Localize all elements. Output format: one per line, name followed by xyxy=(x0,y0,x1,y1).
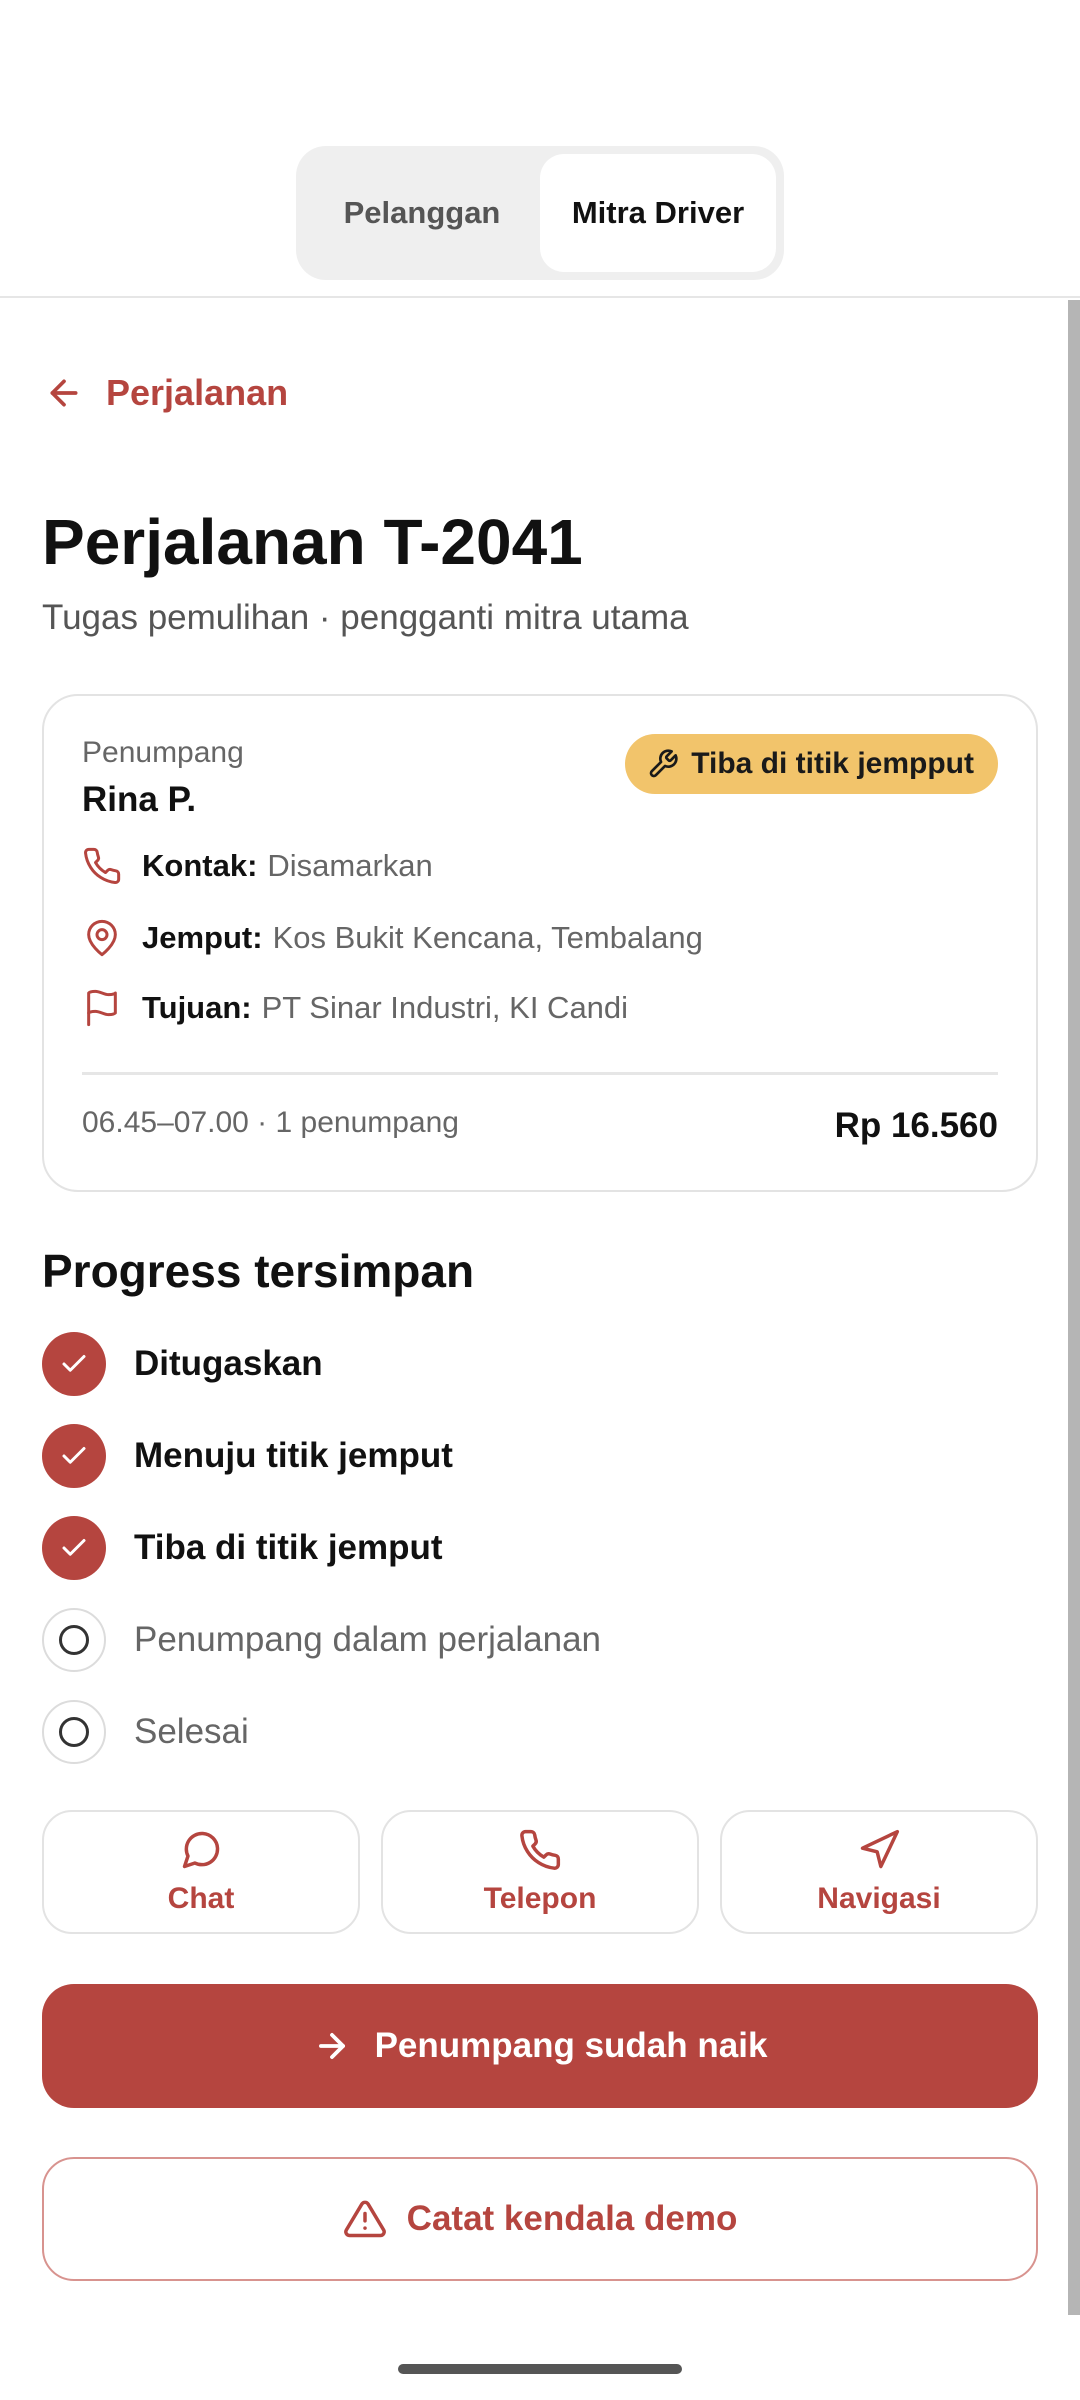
check-icon xyxy=(62,1447,86,1464)
contact-label: Kontak: xyxy=(142,848,258,883)
step-check xyxy=(42,1332,106,1396)
check-icon xyxy=(62,1539,86,1556)
progress-title: Progress tersimpan xyxy=(42,1245,475,1297)
passenger-card: Penumpang Rina P. Tiba di titik jempput … xyxy=(42,694,1038,1192)
progress-step-4: Penumpang dalam perjalanan xyxy=(42,1608,601,1672)
secondary-button-label: Catat kendala demo xyxy=(406,2199,738,2238)
back-label: Perjalanan xyxy=(106,372,289,413)
step-label: Menuju titik jemput xyxy=(134,1436,453,1475)
home-indicator[interactable] xyxy=(398,2364,682,2374)
chat-label: Chat xyxy=(167,1882,235,1915)
navigation-icon xyxy=(860,1829,900,1869)
primary-button-label: Penumpang sudah naik xyxy=(374,2026,768,2065)
phone-icon xyxy=(84,847,121,885)
destination-label: Tujuan: xyxy=(142,990,252,1025)
page-title: Perjalanan T-2041 xyxy=(42,506,583,578)
navigation-button[interactable]: Navigasi xyxy=(720,1810,1038,1934)
pickup-row: Jemput: Kos Bukit Kencana, Tembalang xyxy=(82,918,703,958)
phone-button[interactable]: Telepon xyxy=(381,1810,699,1934)
step-label: Selesai xyxy=(134,1712,249,1751)
step-label: Ditugaskan xyxy=(134,1344,323,1383)
chat-button[interactable]: Chat xyxy=(42,1810,360,1934)
circle-icon xyxy=(59,1625,89,1655)
phone-icon xyxy=(520,1829,561,1870)
progress-step-5: Selesai xyxy=(42,1700,249,1764)
schedule-text: 06.45–07.00 · 1 penumpang xyxy=(82,1106,459,1139)
wrench-icon xyxy=(649,749,678,778)
phone-label: Telepon xyxy=(483,1882,597,1915)
pickup-value: Kos Bukit Kencana, Tembalang xyxy=(272,920,703,955)
destination-row: Tujuan: PT Sinar Industri, KI Candi xyxy=(82,988,628,1028)
progress-step-2: Menuju titik jemput xyxy=(42,1424,453,1488)
contact-value: Disamarkan xyxy=(267,848,433,883)
arrow-left-icon xyxy=(50,379,78,407)
pickup-label: Jemput: xyxy=(142,920,263,955)
segment-pelanggan[interactable]: Pelanggan xyxy=(304,154,540,272)
card-divider xyxy=(82,1072,998,1075)
quick-actions: Chat Telepon Navigasi xyxy=(42,1810,1038,1934)
report-issue-button[interactable]: Catat kendala demo xyxy=(42,2157,1038,2281)
scrollbar[interactable] xyxy=(1068,300,1080,2315)
step-label: Tiba di titik jemput xyxy=(134,1528,443,1567)
destination-value: PT Sinar Industri, KI Candi xyxy=(261,990,629,1025)
step-check xyxy=(42,1424,106,1488)
status-badge: Tiba di titik jempput xyxy=(625,734,998,794)
step-circle xyxy=(42,1608,106,1672)
step-label: Penumpang dalam perjalanan xyxy=(134,1620,601,1659)
status-badge-label: Tiba di titik jempput xyxy=(691,747,974,780)
role-segmented-control: Pelanggan Mitra Driver xyxy=(296,146,784,280)
segment-mitra-driver[interactable]: Mitra Driver xyxy=(540,154,776,272)
contact-row: Kontak: Disamarkan xyxy=(82,846,433,886)
passenger-boarded-button[interactable]: Penumpang sudah naik xyxy=(42,1984,1038,2108)
chat-bubble-icon xyxy=(182,1831,220,1869)
step-circle xyxy=(42,1700,106,1764)
circle-icon xyxy=(59,1717,89,1747)
step-check xyxy=(42,1516,106,1580)
trip-price: Rp 16.560 xyxy=(834,1106,998,1145)
passenger-label: Penumpang xyxy=(82,736,244,769)
passenger-name: Rina P. xyxy=(82,780,197,819)
warning-triangle-icon xyxy=(343,2200,386,2238)
map-pin-icon xyxy=(87,919,117,957)
navigation-label: Navigasi xyxy=(817,1882,941,1915)
check-icon xyxy=(62,1355,86,1372)
back-button[interactable]: Perjalanan xyxy=(44,372,288,414)
progress-step-1: Ditugaskan xyxy=(42,1332,323,1396)
page-subtitle: Tugas pemulihan · pengganti mitra utama xyxy=(42,598,689,637)
arrow-right-icon xyxy=(318,2033,345,2059)
top-area: Pelanggan Mitra Driver xyxy=(0,0,1080,298)
progress-step-3: Tiba di titik jemput xyxy=(42,1516,443,1580)
flag-icon xyxy=(87,989,117,1027)
